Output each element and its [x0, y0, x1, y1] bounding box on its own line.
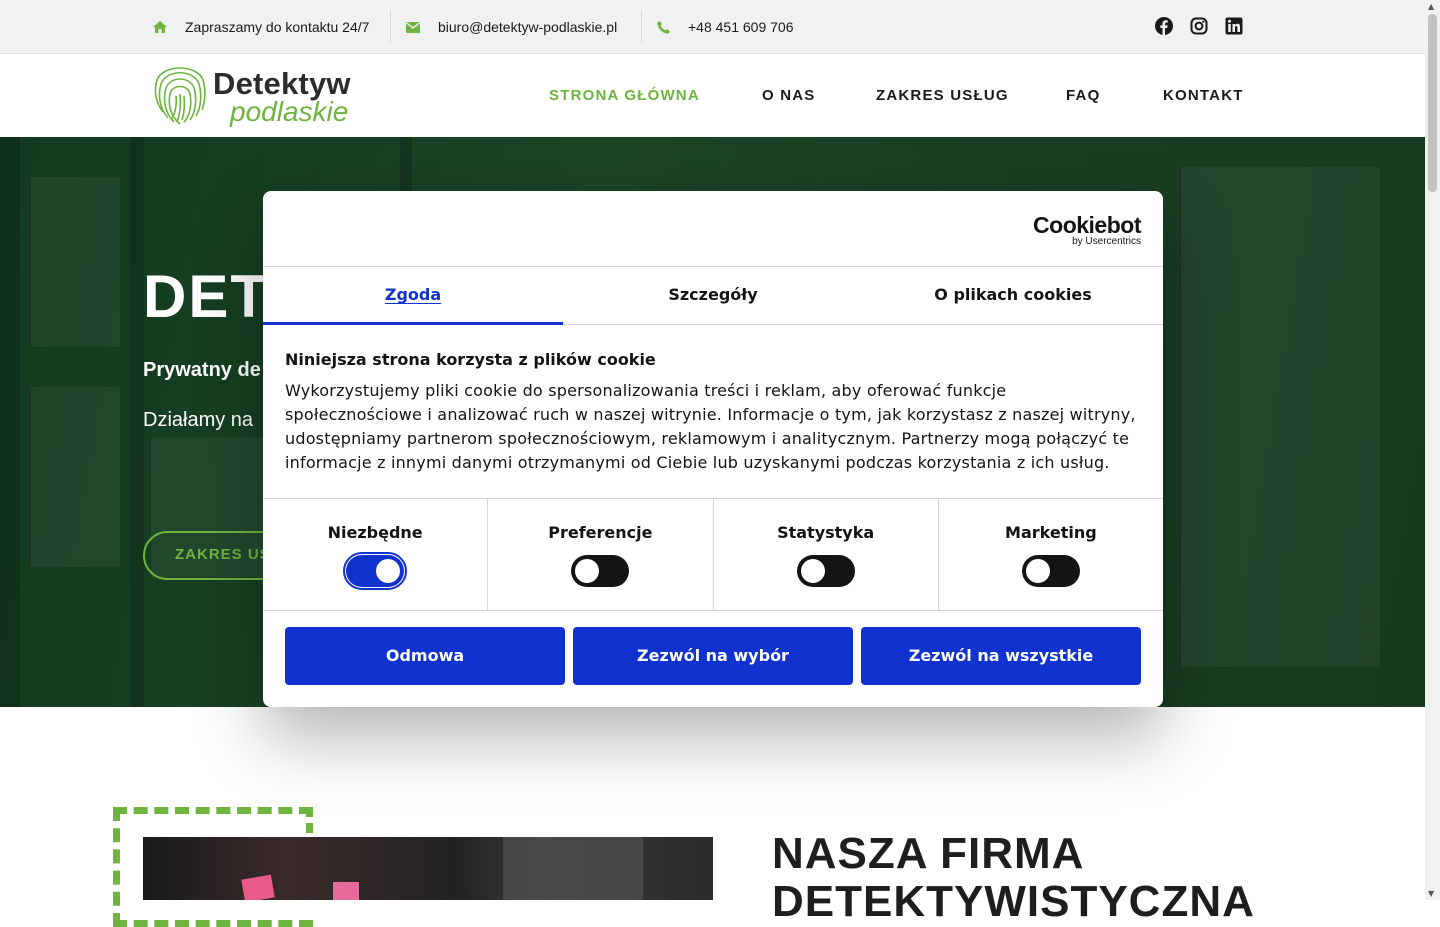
- hero-text: Działamy na: [143, 409, 254, 431]
- nav-zakres-uslug[interactable]: ZAKRES USŁUG: [876, 87, 1009, 104]
- category-label: Marketing: [1005, 523, 1097, 542]
- category-preferencje: Preferencje: [488, 499, 714, 610]
- cookie-categories: Niezbędne Preferencje Statystyka Marketi…: [263, 498, 1163, 611]
- photo-detail: [503, 837, 643, 900]
- hero-bg-shape: [30, 177, 120, 347]
- nav-strona-glowna[interactable]: STRONA GŁÓWNA: [549, 87, 700, 104]
- home-icon: [153, 21, 167, 33]
- tab-szczegoly[interactable]: Szczegóły: [563, 267, 863, 324]
- nav-kontakt[interactable]: KONTAKT: [1163, 87, 1244, 104]
- hero-bg-shape: [1180, 167, 1380, 667]
- cookie-heading: Niniejsza strona korzysta z plików cooki…: [285, 350, 656, 369]
- linkedin-icon[interactable]: [1225, 17, 1243, 35]
- email-link[interactable]: biuro@detektyw-podlaskie.pl: [406, 0, 617, 54]
- section-title: NASZA FIRMA DETEKTYWISTYCZNA: [772, 830, 1255, 926]
- hero-bg-shape: [30, 387, 120, 567]
- hero-bg-shape: [0, 137, 20, 707]
- nav-faq[interactable]: FAQ: [1066, 87, 1100, 104]
- phone-icon: [657, 20, 670, 34]
- separator: [390, 10, 391, 42]
- phone-link[interactable]: +48 451 609 706: [657, 0, 794, 54]
- tab-zgoda[interactable]: Zgoda: [263, 267, 563, 325]
- email-text[interactable]: biuro@detektyw-podlaskie.pl: [438, 19, 617, 35]
- cookie-consent-dialog: Cookiebot by Usercentrics Zgoda Szczegół…: [263, 191, 1163, 707]
- instagram-icon[interactable]: [1190, 17, 1208, 35]
- toggle-knob: [800, 559, 825, 583]
- scroll-thumb[interactable]: [1428, 14, 1437, 192]
- decorative-dashed-frame-edge: [306, 807, 313, 839]
- hero-bg-shape: [130, 137, 144, 707]
- toggle-statystyka[interactable]: [796, 555, 855, 587]
- photo-detail: [241, 874, 275, 900]
- separator: [641, 10, 642, 42]
- category-marketing: Marketing: [939, 499, 1163, 610]
- category-label: Preferencje: [548, 523, 653, 542]
- contact-invite-text: Zapraszamy do kontaktu 24/7: [185, 19, 370, 35]
- tab-o-plikach-cookies[interactable]: O plikach cookies: [863, 267, 1163, 324]
- nav-o-nas[interactable]: O NAS: [762, 87, 816, 104]
- site-logo[interactable]: Detektyw podlaskie: [150, 62, 370, 132]
- page-scrollbar[interactable]: ▲ ▼: [1425, 0, 1440, 900]
- allow-selection-button[interactable]: Zezwól na wybór: [573, 627, 853, 685]
- toggle-preferencje[interactable]: [571, 555, 630, 587]
- top-contact-bar: Zapraszamy do kontaktu 24/7 biuro@detekt…: [0, 0, 1425, 54]
- cookiebot-brand: Cookiebot: [1033, 212, 1141, 238]
- cookiebot-logo[interactable]: Cookiebot by Usercentrics: [1033, 213, 1141, 247]
- toggle-marketing[interactable]: [1021, 555, 1080, 587]
- section-title-line1: NASZA FIRMA: [772, 829, 1085, 878]
- cookiebot-brand-by: by Usercentrics: [1072, 236, 1141, 247]
- scroll-up-arrow-icon[interactable]: ▲: [1428, 2, 1434, 11]
- facebook-icon[interactable]: [1155, 17, 1173, 35]
- hero-title: DET: [143, 263, 269, 330]
- toggle-knob: [1025, 559, 1050, 583]
- cookie-tabs: Zgoda Szczegóły O plikach cookies: [263, 266, 1163, 325]
- hero-subtitle: Prywatny de: [143, 359, 261, 381]
- cookie-description: Wykorzystujemy pliki cookie do spersonal…: [285, 381, 1136, 472]
- fingerprint-icon: [154, 67, 206, 125]
- envelope-icon: [406, 21, 420, 33]
- toggle-knob: [376, 559, 401, 583]
- category-statystyka: Statystyka: [714, 499, 939, 610]
- contact-invite: Zapraszamy do kontaktu 24/7: [153, 0, 369, 54]
- category-label: Niezbędne: [327, 523, 423, 542]
- allow-all-button[interactable]: Zezwól na wszystkie: [861, 627, 1141, 685]
- logo-subtitle: podlaskie: [230, 96, 349, 127]
- site-header: Detektyw podlaskie STRONA GŁÓWNA O NAS Z…: [0, 54, 1425, 137]
- office-photo: [143, 837, 713, 900]
- toggle-knob: [575, 559, 600, 583]
- toggle-niezbedne[interactable]: [343, 552, 408, 590]
- category-label: Statystyka: [777, 523, 875, 542]
- section-title-line2: DETEKTYWISTYCZNA: [772, 877, 1255, 926]
- photo-detail: [333, 882, 359, 900]
- scroll-down-arrow-icon[interactable]: ▼: [1428, 889, 1434, 898]
- cookie-buttons: Odmowa Zezwól na wybór Zezwól na wszystk…: [285, 627, 1141, 685]
- phone-text[interactable]: +48 451 609 706: [688, 19, 794, 35]
- category-niezbedne: Niezbędne: [263, 499, 489, 610]
- decline-button[interactable]: Odmowa: [285, 627, 565, 685]
